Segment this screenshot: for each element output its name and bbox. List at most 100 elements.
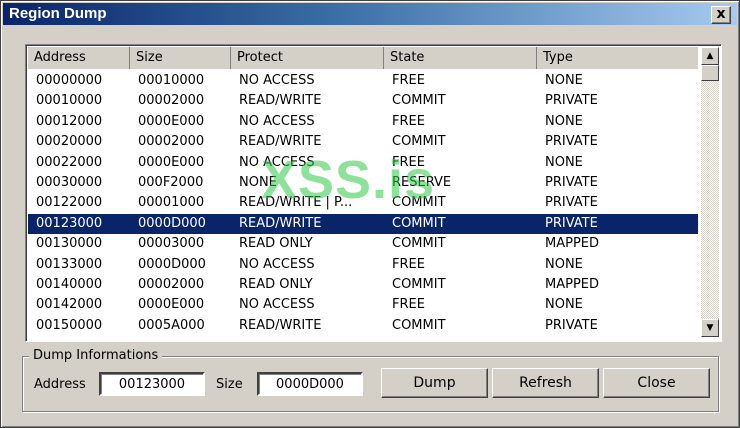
cell-type: PRIVATE (545, 317, 598, 333)
table-row[interactable]: 00123000 0000D000 READ/WRITE COMMIT PRIVATE (28, 213, 698, 235)
cell-protect: READ/WRITE (239, 317, 322, 333)
cell-state: COMMIT (392, 236, 446, 252)
cell-protect: NONE (239, 174, 277, 190)
size-label: Size (216, 377, 243, 392)
window-title: Region Dump (9, 5, 107, 22)
arrow-down-icon[interactable]: ▼ (701, 319, 719, 337)
column-header-protect[interactable]: Protect (231, 47, 384, 69)
cell-state: COMMIT (392, 195, 446, 211)
address-label: Address (34, 377, 86, 392)
cell-size: 000F2000 (138, 174, 204, 190)
cell-size: 00002000 (138, 93, 205, 109)
cell-address: 00140000 (36, 276, 103, 292)
memory-region-list[interactable]: Address Size Protect State Type 00000000… (25, 44, 722, 342)
cell-type: MAPPED (545, 236, 600, 252)
cell-type: PRIVATE (545, 93, 598, 109)
cell-size: 00002000 (138, 134, 205, 150)
cell-protect: NO ACCESS (239, 113, 315, 129)
cell-type: NONE (545, 154, 583, 170)
cell-protect: NO ACCESS (239, 297, 315, 313)
cell-state: RESERVE (392, 174, 452, 190)
cell-size: 00003000 (138, 236, 205, 252)
cell-address: 00000000 (36, 73, 103, 88)
dump-button[interactable]: Dump (381, 368, 488, 398)
close-icon[interactable]: x (711, 6, 731, 24)
region-dump-window: Region Dump x Address Size Protect State… (0, 0, 740, 428)
cell-protect: READ/WRITE (239, 93, 322, 109)
cell-type: PRIVATE (545, 134, 598, 150)
cell-type: MAPPED (545, 276, 600, 292)
table-row[interactable]: 00022000 0000E000 NO ACCESS FREE NONE (28, 153, 698, 173)
table-row[interactable]: 00122000 00001000 READ/WRITE | P... COMMIT P… (28, 193, 698, 213)
cell-type: PRIVATE (545, 174, 598, 190)
cell-size: 0000D000 (138, 215, 206, 231)
table-row[interactable]: 00012000 0000E000 NO ACCESS FREE NONE (28, 112, 698, 132)
cell-address: 00010000 (36, 93, 103, 109)
cell-address: 00022000 (36, 154, 103, 170)
cell-state: COMMIT (392, 215, 446, 231)
cell-type: NONE (545, 113, 583, 129)
column-header-address[interactable]: Address (28, 47, 130, 69)
cell-address: 00020000 (36, 134, 103, 150)
table-row[interactable]: 00133000 0000D000 NO ACCESS FREE NONE (28, 255, 698, 275)
cell-address: 00133000 (36, 256, 103, 272)
cell-state: FREE (392, 73, 425, 88)
cell-size: 0000E000 (138, 154, 205, 170)
table-row[interactable]: 00000000 00010000 NO ACCESS FREE NONE (28, 71, 698, 91)
cell-size: 0005A000 (138, 317, 205, 333)
cell-protect: READ/WRITE (239, 134, 322, 150)
cell-state: COMMIT (392, 317, 446, 333)
cell-state: COMMIT (392, 93, 446, 109)
scrollbar-thumb[interactable] (701, 65, 719, 81)
cell-protect: READ ONLY (239, 276, 313, 292)
cell-address: 00123000 (36, 215, 103, 231)
cell-state: COMMIT (392, 134, 446, 150)
cell-protect: READ/WRITE | P... (239, 195, 353, 211)
arrow-up-icon[interactable]: ▲ (701, 47, 719, 65)
cell-state: FREE (392, 113, 425, 129)
refresh-button[interactable]: Refresh (492, 368, 599, 398)
cell-type: PRIVATE (545, 195, 598, 211)
cell-size: 00001000 (138, 195, 205, 211)
cell-address: 00142000 (36, 297, 103, 313)
dump-info-legend: Dump Informations (29, 347, 163, 365)
cell-protect: NO ACCESS (239, 154, 315, 170)
cell-protect: READ ONLY (239, 236, 313, 252)
cell-type: NONE (545, 256, 583, 272)
cell-size: 00010000 (138, 73, 205, 88)
cell-address: 00150000 (36, 317, 103, 333)
cell-protect: NO ACCESS (239, 73, 315, 88)
table-row[interactable]: 00020000 00002000 READ/WRITE COMMIT PRIVATE (28, 132, 698, 152)
cell-type: PRIVATE (545, 215, 598, 231)
vertical-scrollbar[interactable]: ▲ ▼ (701, 47, 719, 337)
close-button[interactable]: Close (603, 368, 710, 398)
table-row[interactable]: 00140000 00002000 READ ONLY COMMIT MAPPED (28, 275, 698, 295)
table-row[interactable]: 00030000 000F2000 NONE RESERVE PRIVATE (28, 173, 698, 193)
cell-address: 00012000 (36, 113, 103, 129)
cell-protect: READ/WRITE (239, 215, 322, 231)
cell-state: FREE (392, 297, 425, 313)
cell-size: 00002000 (138, 276, 205, 292)
cell-address: 00030000 (36, 174, 103, 190)
column-header-type[interactable]: Type (537, 47, 698, 69)
cell-size: 0000D000 (138, 256, 206, 272)
column-header-state[interactable]: State (384, 47, 537, 69)
table-row[interactable]: 00142000 0000E000 NO ACCESS FREE NONE (28, 295, 698, 315)
list-header: Address Size Protect State Type (28, 47, 698, 69)
cell-state: COMMIT (392, 276, 446, 292)
cell-protect: NO ACCESS (239, 256, 315, 272)
cell-type: NONE (545, 297, 583, 313)
cell-type: NONE (545, 73, 583, 88)
cell-size: 0000E000 (138, 297, 205, 313)
cell-state: FREE (392, 154, 425, 170)
column-header-size[interactable]: Size (130, 47, 231, 69)
table-row[interactable]: 00130000 00003000 READ ONLY COMMIT MAPPED (28, 234, 698, 254)
title-bar[interactable]: Region Dump x (3, 3, 737, 25)
list-body: 00000000 00010000 NO ACCESS FREE NONE 0001000… (28, 71, 698, 336)
address-field[interactable] (99, 372, 205, 396)
size-field[interactable] (257, 372, 363, 396)
cell-address: 00130000 (36, 236, 103, 252)
table-row[interactable]: 00010000 00002000 READ/WRITE COMMIT PRIVATE (28, 91, 698, 111)
table-row[interactable]: 00150000 0005A000 READ/WRITE COMMIT PRIVATE (28, 316, 698, 336)
cell-state: FREE (392, 256, 425, 272)
